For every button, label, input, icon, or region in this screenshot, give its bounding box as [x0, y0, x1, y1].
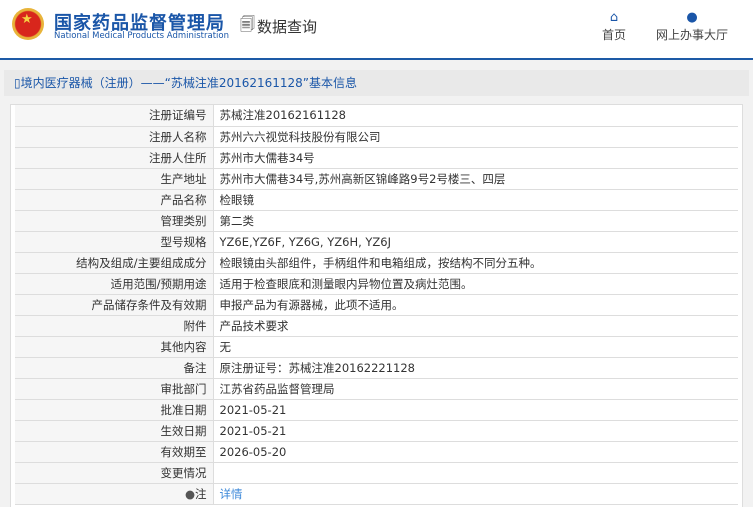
note-label-cell: ●注: [15, 483, 214, 505]
field-label: 批准日期: [15, 399, 214, 421]
field-value: 第二类: [213, 210, 738, 232]
table-row: 生产地址 苏州市大儒巷34号,苏州高新区锦峰路9号2号楼三、四层: [15, 168, 738, 190]
table-row: 其他内容无: [15, 336, 738, 358]
nav-home-label: 首页: [602, 28, 627, 42]
field-value: 无: [213, 336, 738, 358]
nav-home[interactable]: ⌂ 首页: [602, 10, 626, 43]
detail-table-container: 注册证编号 苏械注准20162161128 注册人名称 苏州六六视觉科技股份有限公司注…: [10, 104, 743, 507]
field-value: 申报产品为有源器械，此项不适用。: [213, 294, 738, 316]
field-label: 其他内容: [15, 336, 214, 358]
table-row: 产品名称 检眼镜: [15, 189, 738, 211]
field-value: 2021-05-21: [213, 399, 738, 421]
national-emblem-logo: [12, 8, 44, 40]
table-row: 型号规格 YZ6E,YZ6F, YZ6G, YZ6H, YZ6J: [15, 231, 738, 253]
table-row: 注册人住所 苏州市大儒巷34号: [15, 147, 738, 169]
field-value: 产品技术要求: [213, 315, 738, 337]
table-row: 变更情况: [15, 462, 738, 484]
breadcrumb: ▯境内医疗器械（注册）——“苏械注准20162161128”基本信息: [4, 70, 749, 96]
content-area: ▯境内医疗器械（注册）——“苏械注准20162161128”基本信息 注册证编号…: [0, 60, 753, 507]
field-label: 结构及组成/主要组成成分: [15, 252, 214, 274]
breadcrumb-text: 境内医疗器械（注册）——“苏械注准20162161128”基本信息: [20, 76, 358, 90]
details-link[interactable]: 详情: [220, 487, 243, 501]
field-label: 生产地址: [15, 168, 214, 190]
nav-online-hall-label: 网上办事大厅: [656, 28, 729, 42]
nav-online-hall[interactable]: ● 网上办事大厅: [656, 10, 728, 43]
field-label: 型号规格: [15, 231, 214, 253]
table-row: 产品储存条件及有效期 申报产品为有源器械，此项不适用。: [15, 294, 738, 316]
field-value: 原注册证号：苏械注准20162221128: [213, 357, 738, 379]
table-row: 结构及组成/主要组成成分 检眼镜由头部组件，手柄组件和电箱组成，按结构不同分五种。: [15, 252, 738, 274]
site-title-en: National Medical Products Administration: [54, 31, 229, 41]
field-value: 适用于检查眼底和测量眼内异物位置及病灶范围。: [213, 273, 738, 295]
field-value: 2021-05-21: [213, 420, 738, 442]
field-label: 备注: [15, 357, 214, 379]
table-row-note: ●注 详情: [15, 483, 738, 505]
home-icon: ⌂: [609, 10, 619, 25]
field-label: 产品储存条件及有效期: [15, 294, 214, 316]
field-label: 变更情况: [15, 462, 214, 484]
field-value: 苏械注准20162161128: [213, 105, 738, 127]
field-label: 附件: [15, 315, 214, 337]
detail-table: 注册证编号 苏械注准20162161128 注册人名称 苏州六六视觉科技股份有限公司注…: [15, 105, 738, 505]
table-row: 审批部门 江苏省药品监督管理局: [15, 378, 738, 400]
user-icon: ●: [686, 10, 698, 25]
document-icon: ▯: [14, 76, 21, 90]
field-label: 审批部门: [15, 378, 214, 400]
field-label: 注册人名称: [15, 126, 214, 148]
field-label: 生效日期: [15, 420, 214, 442]
field-value: 苏州市大儒巷34号: [213, 147, 738, 169]
field-value: 2026-05-20: [213, 441, 738, 463]
table-row: 管理类别 第二类: [15, 210, 738, 232]
table-row: 生效日期 2021-05-21: [15, 420, 738, 442]
field-label: 注册证编号: [15, 105, 214, 127]
field-value: 检眼镜: [213, 189, 738, 211]
table-row: 注册证编号 苏械注准20162161128: [15, 105, 738, 127]
field-label: 管理类别: [15, 210, 214, 232]
table-row: 适用范围/预期用途 适用于检查眼底和测量眼内异物位置及病灶范围。: [15, 273, 738, 295]
field-label: 适用范围/预期用途: [15, 273, 214, 295]
table-row: 注册人名称 苏州六六视觉科技股份有限公司: [15, 126, 738, 148]
field-label: 产品名称: [15, 189, 214, 211]
field-value: 江苏省药品监督管理局: [213, 378, 738, 400]
data-query-link[interactable]: 🗐 数据查询: [240, 14, 317, 39]
field-value: 苏州六六视觉科技股份有限公司: [213, 126, 738, 148]
table-row: 有效期至 2026-05-20: [15, 441, 738, 463]
field-value: [213, 462, 738, 484]
site-header: 国家药品监督管理局 National Medical Products Admi…: [0, 0, 753, 60]
table-row: 批准日期 2021-05-21: [15, 399, 738, 421]
data-query-label: 数据查询: [257, 18, 318, 36]
field-label: 有效期至: [15, 441, 214, 463]
lightbulb-icon: ●: [184, 486, 195, 501]
field-value: YZ6E,YZ6F, YZ6G, YZ6H, YZ6J: [213, 231, 738, 253]
table-row: 附件 产品技术要求: [15, 315, 738, 337]
field-value: 检眼镜由头部组件，手柄组件和电箱组成，按结构不同分五种。: [213, 252, 738, 274]
field-label: 注册人住所: [15, 147, 214, 169]
note-label: 注: [195, 486, 207, 501]
table-row: 备注 原注册证号：苏械注准20162221128: [15, 357, 738, 379]
field-value: 苏州市大儒巷34号,苏州高新区锦峰路9号2号楼三、四层: [213, 168, 738, 190]
document-search-icon: 🗐: [240, 15, 255, 33]
